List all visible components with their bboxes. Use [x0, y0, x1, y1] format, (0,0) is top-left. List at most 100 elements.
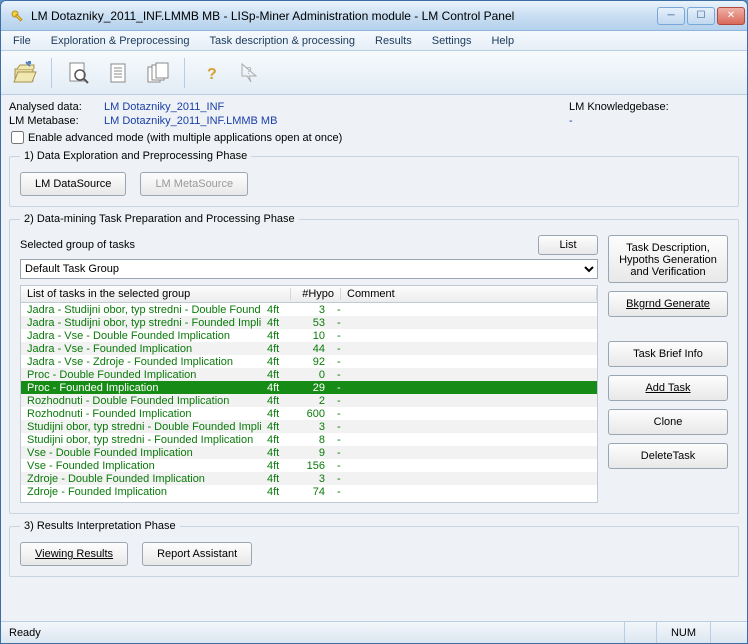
task-row[interactable]: Vse - Double Founded Implication4ft9- [21, 446, 597, 459]
task-type: 4ft [261, 408, 291, 420]
task-name: Jadra - Studijni obor, typ stredni - Fou… [21, 317, 261, 329]
menu-exploration[interactable]: Exploration & Preprocessing [43, 33, 198, 49]
menu-file[interactable]: File [5, 33, 39, 49]
task-type: 4ft [261, 447, 291, 459]
knowledgebase-value[interactable]: - [569, 115, 739, 127]
task-hypo: 9 [291, 447, 331, 459]
col-comment-header[interactable]: Comment [341, 288, 597, 300]
task-comment: - [331, 434, 597, 446]
task-comment: - [331, 408, 597, 420]
task-comment: - [331, 382, 597, 394]
task-row[interactable]: Rozhodnuti - Founded Implication4ft600- [21, 407, 597, 420]
task-row[interactable]: Zdroje - Double Founded Implication4ft3- [21, 472, 597, 485]
task-row[interactable]: Jadra - Studijni obor, typ stredni - Fou… [21, 316, 597, 329]
task-name: Proc - Founded Implication [21, 382, 261, 394]
task-type: 4ft [261, 486, 291, 498]
add-task-button[interactable]: Add Task [608, 375, 728, 401]
app-window: LM Dotazniky_2011_INF.LMMB MB - LISp-Min… [0, 0, 748, 644]
phase3-legend: 3) Results Interpretation Phase [20, 520, 180, 532]
task-list[interactable]: Jadra - Studijni obor, typ stredni - Dou… [20, 303, 598, 503]
task-comment: - [331, 356, 597, 368]
window-title: LM Dotazniky_2011_INF.LMMB MB - LISp-Min… [31, 9, 657, 23]
app-icon [9, 8, 25, 24]
task-comment: - [331, 369, 597, 381]
task-row[interactable]: Proc - Founded Implication4ft29- [21, 381, 597, 394]
task-name: Jadra - Studijni obor, typ stredni - Dou… [21, 304, 261, 316]
toolbar-doc-icon[interactable] [100, 55, 136, 91]
task-row[interactable]: Rozhodnuti - Double Founded Implication4… [21, 394, 597, 407]
task-row[interactable]: Proc - Double Founded Implication4ft0- [21, 368, 597, 381]
task-row[interactable]: Jadra - Studijni obor, typ stredni - Dou… [21, 303, 597, 316]
phase3-fieldset: 3) Results Interpretation Phase Viewing … [9, 520, 739, 577]
menubar: File Exploration & Preprocessing Task de… [1, 31, 747, 51]
menu-task[interactable]: Task description & processing [202, 33, 364, 49]
col-hypo-header[interactable]: #Hypo [291, 288, 341, 300]
task-type: 4ft [261, 473, 291, 485]
advanced-mode-checkbox[interactable] [11, 131, 24, 144]
close-button[interactable]: ✕ [717, 7, 745, 25]
task-name: Proc - Double Founded Implication [21, 369, 261, 381]
viewing-results-button[interactable]: Viewing Results [20, 542, 128, 566]
task-group-combo[interactable]: Default Task Group [20, 259, 598, 279]
task-type: 4ft [261, 317, 291, 329]
task-name: Studijni obor, typ stredni - Double Foun… [21, 421, 261, 433]
phase2-fieldset: 2) Data-mining Task Preparation and Proc… [9, 213, 739, 514]
task-comment: - [331, 447, 597, 459]
menu-help[interactable]: Help [483, 33, 522, 49]
task-type: 4ft [261, 304, 291, 316]
task-type: 4ft [261, 330, 291, 342]
task-name: Jadra - Vse - Founded Implication [21, 343, 261, 355]
status-grip [710, 622, 739, 643]
analysed-data-link[interactable]: LM Dotazniky_2011_INF [104, 101, 224, 113]
phase1-fieldset: 1) Data Exploration and Preprocessing Ph… [9, 150, 739, 207]
bkgrnd-generate-button[interactable]: Bkgrnd Generate [608, 291, 728, 317]
task-hypo: 92 [291, 356, 331, 368]
task-comment: - [331, 460, 597, 472]
delete-task-button[interactable]: DeleteTask [608, 443, 728, 469]
task-description-button[interactable]: Task Description, Hypoths Generation and… [608, 235, 728, 283]
toolbar-open-icon[interactable] [7, 55, 43, 91]
task-name: Vse - Double Founded Implication [21, 447, 261, 459]
task-hypo: 74 [291, 486, 331, 498]
task-hypo: 156 [291, 460, 331, 472]
menu-results[interactable]: Results [367, 33, 420, 49]
task-hypo: 600 [291, 408, 331, 420]
maximize-button[interactable]: ☐ [687, 7, 715, 25]
task-row[interactable]: Jadra - Vse - Zdroje - Founded Implicati… [21, 355, 597, 368]
titlebar[interactable]: LM Dotazniky_2011_INF.LMMB MB - LISp-Min… [1, 1, 747, 31]
toolbar-whatsthis-icon[interactable]: ? [233, 55, 269, 91]
task-row[interactable]: Jadra - Vse - Double Founded Implication… [21, 329, 597, 342]
task-hypo: 3 [291, 304, 331, 316]
selected-group-label: Selected group of tasks [20, 239, 530, 251]
status-ready: Ready [9, 627, 41, 639]
analysed-data-label: Analysed data: [9, 101, 104, 113]
status-num: NUM [656, 622, 710, 643]
metabase-link[interactable]: LM Dotazniky_2011_INF.LMMB MB [104, 115, 277, 127]
toolbar-help-icon[interactable]: ? [193, 55, 229, 91]
clone-button[interactable]: Clone [608, 409, 728, 435]
task-hypo: 3 [291, 421, 331, 433]
minimize-button[interactable]: ─ [657, 7, 685, 25]
toolbar-preview-icon[interactable] [60, 55, 96, 91]
task-type: 4ft [261, 434, 291, 446]
task-row[interactable]: Vse - Founded Implication4ft156- [21, 459, 597, 472]
toolbar-docs-icon[interactable] [140, 55, 176, 91]
task-row[interactable]: Studijni obor, typ stredni - Founded Imp… [21, 433, 597, 446]
advanced-mode-label: Enable advanced mode (with multiple appl… [28, 132, 342, 144]
metabase-label: LM Metabase: [9, 115, 104, 127]
lm-datasource-button[interactable]: LM DataSource [20, 172, 126, 196]
task-row[interactable]: Zdroje - Founded Implication4ft74- [21, 485, 597, 498]
task-brief-info-button[interactable]: Task Brief Info [608, 341, 728, 367]
task-hypo: 3 [291, 473, 331, 485]
col-name-header[interactable]: List of tasks in the selected group [21, 288, 291, 300]
task-name: Rozhodnuti - Founded Implication [21, 408, 261, 420]
task-hypo: 10 [291, 330, 331, 342]
task-row[interactable]: Studijni obor, typ stredni - Double Foun… [21, 420, 597, 433]
knowledgebase-label: LM Knowledgebase: [569, 101, 739, 113]
task-comment: - [331, 473, 597, 485]
report-assistant-button[interactable]: Report Assistant [142, 542, 252, 566]
menu-settings[interactable]: Settings [424, 33, 480, 49]
task-type: 4ft [261, 369, 291, 381]
task-row[interactable]: Jadra - Vse - Founded Implication4ft44- [21, 342, 597, 355]
list-button[interactable]: List [538, 235, 598, 255]
